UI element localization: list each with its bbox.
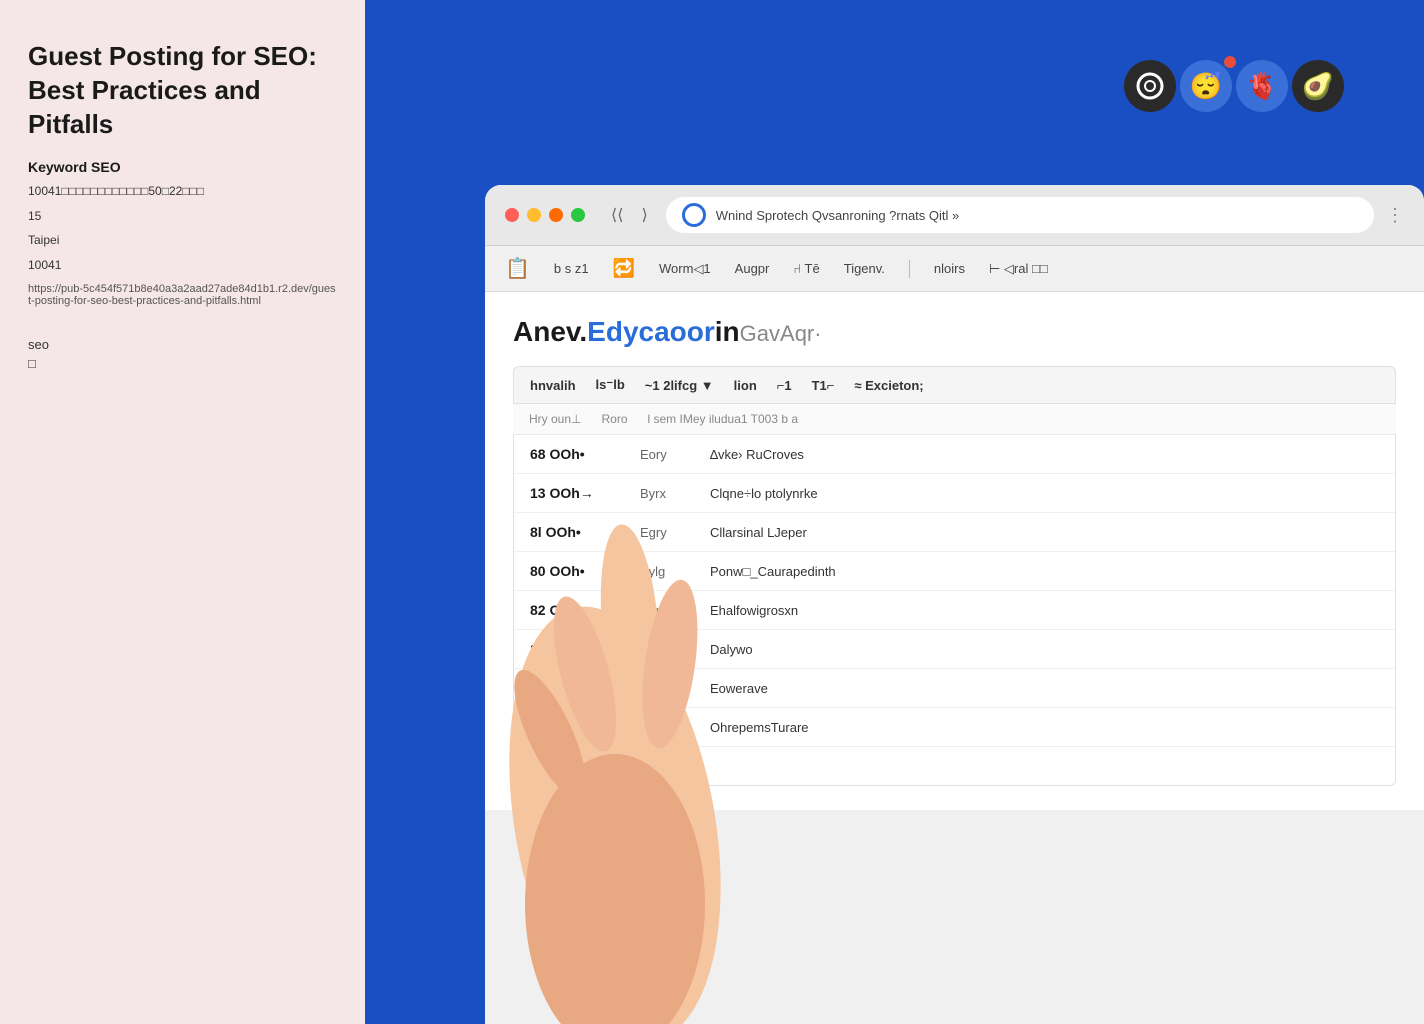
notification-dot (1224, 56, 1236, 68)
secondary-nav: 📋 b s z1 🔁 Worm◁1 Augpr ⑁ Tē Tigenv. nlo… (485, 246, 1424, 292)
article-url: https://pub-5c454f571b8e40a3a2aad27ade84… (28, 283, 337, 307)
face-icon-2[interactable]: 🫀 (1236, 60, 1288, 112)
nav-separator (909, 260, 910, 278)
sub-col-1: Hry oun⊥ (529, 412, 581, 426)
content-area: Anev. Edycaoor in GavAqr· hnvalih ls⁻lb … (485, 292, 1424, 810)
cell-type: Rylg (640, 642, 690, 657)
browser-window: ⟨⟨ ⟩ Wnind Sprotech Qvsanroning ?rnats Q… (485, 185, 1424, 1024)
cell-volume: 32 OOh• (530, 680, 620, 696)
table-header-row: hnvalih ls⁻lb ~1 2lifcg ▼ lion ⌐1 T1⌐ ≈ … (513, 366, 1396, 404)
keyword-label: Keyword SEO (28, 159, 337, 175)
cell-volume: 80 OOh• (530, 563, 620, 579)
cell-type: Egry (640, 525, 690, 540)
toolbar-extras: ⋮ (1386, 205, 1404, 226)
tag-seo[interactable]: seo (28, 337, 337, 352)
meta-line-1: 10041□□□□□□□□□□□□50□22□□□ (28, 181, 337, 201)
content-title-2: Edycaoor (587, 316, 715, 348)
article-title: Guest Posting for SEO: Best Practices an… (28, 40, 337, 141)
cell-name: ∆vke› RuCroves (710, 447, 1379, 462)
sec-nav-fork[interactable]: ⑁ Tē (793, 261, 819, 276)
sub-col-3: l sem IMey iludua1 T003 b a (648, 412, 799, 426)
toolbar-extra-1[interactable]: ⋮ (1386, 205, 1404, 226)
tag-2[interactable]: □ (28, 356, 337, 371)
sidebar: Guest Posting for SEO: Best Practices an… (0, 0, 365, 1024)
content-title-1: Anev. (513, 316, 587, 348)
cell-name: Clqne÷lo ptolynrke (710, 486, 1379, 501)
meta-line-2: 15 (28, 206, 337, 226)
cell-name: Ponw□_Caurapedinth (710, 564, 1379, 579)
address-text: Wnind Sprotech Qvsanroning ?rnats Qitl » (716, 208, 1358, 223)
th-hnvalih[interactable]: hnvalih (530, 378, 576, 393)
nav-buttons: ⟨⟨ ⟩ (605, 203, 654, 227)
cell-type: Bylg (640, 564, 690, 579)
back-button[interactable]: ⟨⟨ (605, 203, 629, 227)
cell-type: Bury (640, 603, 690, 618)
content-title-3: in (715, 316, 740, 348)
sec-nav-b[interactable]: b s z1 (554, 261, 589, 276)
cell-name: Ehalfowigrosxn (710, 603, 1379, 618)
table-body: 68 OOh• Eory ∆vke› RuCroves 13 OOh→ Byrx… (513, 435, 1396, 786)
table-row[interactable]: 32 OOh• Bory Eowerave (514, 669, 1395, 708)
face-icon-1[interactable]: 😴 (1180, 60, 1232, 112)
forward-button[interactable]: ⟩ (635, 203, 653, 227)
browser-toolbar: ⟨⟨ ⟩ Wnind Sprotech Qvsanroning ?rnats Q… (485, 185, 1424, 246)
th-dropdown[interactable]: ~1 2lifcg ▼ (645, 378, 714, 393)
cell-volume: 17 OO4• (530, 641, 620, 657)
address-bar[interactable]: Wnind Sprotech Qvsanroning ?rnats Qitl » (666, 197, 1374, 233)
table-row[interactable]: 8F OOh• (514, 747, 1395, 785)
table-row[interactable]: 82 OOh• Bury Ehalfowigrosxn (514, 591, 1395, 630)
cell-name: OhrepemsTurare (710, 720, 1379, 735)
sec-nav-tigenv[interactable]: Tigenv. (844, 261, 885, 276)
sec-nav-nloirs[interactable]: nloirs (934, 261, 965, 276)
table-row[interactable]: 8l OOh• Egry Cllarsinal LJeper (514, 513, 1395, 552)
cell-volume: S0 OOh• (530, 719, 620, 735)
th-lstb[interactable]: ls⁻lb (596, 377, 625, 393)
sec-nav-augpr[interactable]: Augpr (735, 261, 770, 276)
tags-container: seo □ (28, 337, 337, 371)
cell-volume: 8F OOh• (530, 758, 620, 774)
sec-nav-worm[interactable]: Worm◁1 (659, 261, 711, 277)
cell-name: Eowerave (710, 681, 1379, 696)
table-row[interactable]: 80 OOh• Bylg Ponw□_Caurapedinth (514, 552, 1395, 591)
sub-col-2: Roro (601, 412, 627, 426)
table-row[interactable]: 13 OOh→ Byrx Clqne÷lo ptolynrke (514, 474, 1395, 513)
minimize-button[interactable] (527, 208, 541, 222)
cell-volume: 68 OOh• (530, 446, 620, 462)
data-table: hnvalih ls⁻lb ~1 2lifcg ▼ lion ⌐1 T1⌐ ≈ … (513, 366, 1396, 786)
avocado-icon[interactable]: 🥑 (1292, 60, 1344, 112)
th-t1[interactable]: T1⌐ (812, 378, 835, 393)
close-button[interactable] (505, 208, 519, 222)
cell-name: Dalywo (710, 642, 1379, 657)
circle-icon[interactable] (1124, 60, 1176, 112)
zoom-button[interactable] (549, 208, 563, 222)
cell-volume: 13 OOh→ (530, 485, 620, 501)
table-row[interactable]: S0 OOh• Nilly OhrepemsTurare (514, 708, 1395, 747)
th-cursor[interactable]: ⌐1 (777, 378, 792, 393)
cell-type: Byrx (640, 486, 690, 501)
th-exc[interactable]: ≈ Excieton; (854, 378, 923, 393)
top-icons-row: 😴 🫀 🥑 (1124, 60, 1344, 112)
cell-volume: 82 OOh• (530, 602, 620, 618)
main-area: 😴 🫀 🥑 ⟨⟨ ⟩ Wnind Sprotech (365, 0, 1424, 1024)
cell-volume: 8l OOh• (530, 524, 620, 540)
traffic-lights (505, 208, 585, 222)
sec-nav-aral[interactable]: ⊢ ◁ral □□ (989, 261, 1048, 277)
th-lion[interactable]: lion (734, 378, 757, 393)
cell-type: Eory (640, 447, 690, 462)
meta-city: Taipei (28, 230, 337, 250)
sec-nav-icon2[interactable]: 🔁 (613, 258, 635, 279)
table-row[interactable]: 17 OO4• Rylg Dalywo (514, 630, 1395, 669)
content-title-4: GavAqr· (740, 321, 822, 347)
sec-nav-icon[interactable]: 📋 (505, 256, 530, 281)
sub-header-row: Hry oun⊥ Roro l sem IMey iludua1 T003 b … (513, 404, 1396, 435)
cell-type: Nilly (640, 720, 690, 735)
page-icon (682, 203, 706, 227)
cell-name: Cllarsinal LJeper (710, 525, 1379, 540)
meta-zip: 10041 (28, 255, 337, 275)
table-row[interactable]: 68 OOh• Eory ∆vke› RuCroves (514, 435, 1395, 474)
cell-type: Bory (640, 681, 690, 696)
fullscreen-button[interactable] (571, 208, 585, 222)
